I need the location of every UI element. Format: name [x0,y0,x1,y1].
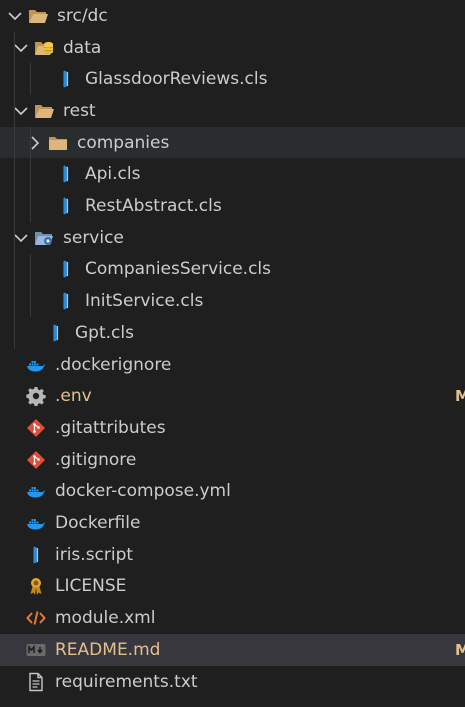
item-label: InitService.cls [85,291,204,312]
file-item-gitattributes[interactable]: .gitattributes [0,412,465,444]
indent-guide [30,63,31,96]
git-modified-badge: M [455,387,465,406]
item-label: .gitattributes [55,417,166,438]
item-label: iris.script [55,544,134,565]
item-label: .dockerignore [55,354,172,375]
item-label: Gpt.cls [75,322,134,343]
item-label: RestAbstract.cls [85,196,222,217]
file-item-license[interactable]: LICENSE [0,571,465,603]
objectscript-file-icon [26,545,46,565]
file-item-modulexml[interactable]: module.xml [0,602,465,634]
license-icon [26,576,46,596]
folder-item-service[interactable]: service [0,222,465,254]
indent-guide [30,253,31,317]
file-item-restabstract[interactable]: RestAbstract.cls [0,190,465,222]
objectscript-file-icon [46,323,66,343]
folder-open-icon [34,101,54,121]
item-label: Api.cls [85,164,141,185]
gear-icon [26,386,46,407]
file-item-api[interactable]: Api.cls [0,159,465,191]
git-icon [26,450,46,470]
file-item-env[interactable]: .env M [0,380,465,412]
folder-closed-icon [48,133,68,153]
objectscript-file-icon [56,259,76,279]
chevron-down-icon[interactable] [6,7,24,25]
item-label: GlassdoorReviews.cls [85,69,268,90]
file-item-irisscript[interactable]: iris.script [0,539,465,571]
chevron-right-icon[interactable] [26,134,44,152]
docker-icon [26,481,46,501]
markdown-icon [26,640,46,660]
folder-item-rest[interactable]: rest [0,95,465,127]
file-item-requirements[interactable]: requirements.txt [0,666,465,698]
item-label: .env [55,386,92,407]
text-file-icon [26,672,46,692]
item-label: src/dc [57,5,108,26]
item-label: README.md [55,639,161,660]
folder-open-icon [28,6,48,26]
objectscript-file-icon [56,196,76,216]
item-label: docker-compose.yml [55,481,231,502]
xml-icon [26,608,46,628]
folder-item-data[interactable]: data [0,32,465,64]
folder-item-src-dc[interactable]: src/dc [0,0,465,32]
folder-item-companies[interactable]: companies [0,126,465,159]
git-icon [26,418,46,438]
database-folder-icon [34,38,54,58]
item-label: companies [77,132,170,153]
file-item-glassdoor[interactable]: GlassdoorReviews.cls [0,63,465,95]
file-item-readme[interactable]: README.md M [0,634,465,666]
indent-guide [30,126,31,222]
item-label: Dockerfile [55,513,141,534]
indent-guide [14,31,15,349]
file-item-gpt[interactable]: Gpt.cls [0,317,465,349]
file-item-dockerignore[interactable]: .dockerignore [0,349,465,381]
objectscript-file-icon [56,291,76,311]
objectscript-file-icon [56,164,76,184]
item-label: CompaniesService.cls [85,259,272,280]
item-label: service [63,227,124,248]
git-modified-badge: M [455,640,465,659]
item-label: LICENSE [55,576,127,597]
docker-icon [26,355,46,375]
file-item-gitignore[interactable]: .gitignore [0,444,465,476]
item-label: .gitignore [55,449,137,470]
docker-icon [26,513,46,533]
objectscript-file-icon [56,69,76,89]
item-label: data [63,37,102,58]
file-item-initservice[interactable]: InitService.cls [0,285,465,317]
file-item-dockercompose[interactable]: docker-compose.yml [0,476,465,508]
service-folder-icon [34,228,54,248]
item-label: requirements.txt [55,671,198,692]
item-label: module.xml [55,608,156,629]
item-label: rest [63,100,96,121]
file-item-dockerfile[interactable]: Dockerfile [0,507,465,539]
file-item-companiesservice[interactable]: CompaniesService.cls [0,254,465,286]
file-explorer-tree: src/dc data GlassdoorReviews.cls rest compan… [0,0,465,707]
